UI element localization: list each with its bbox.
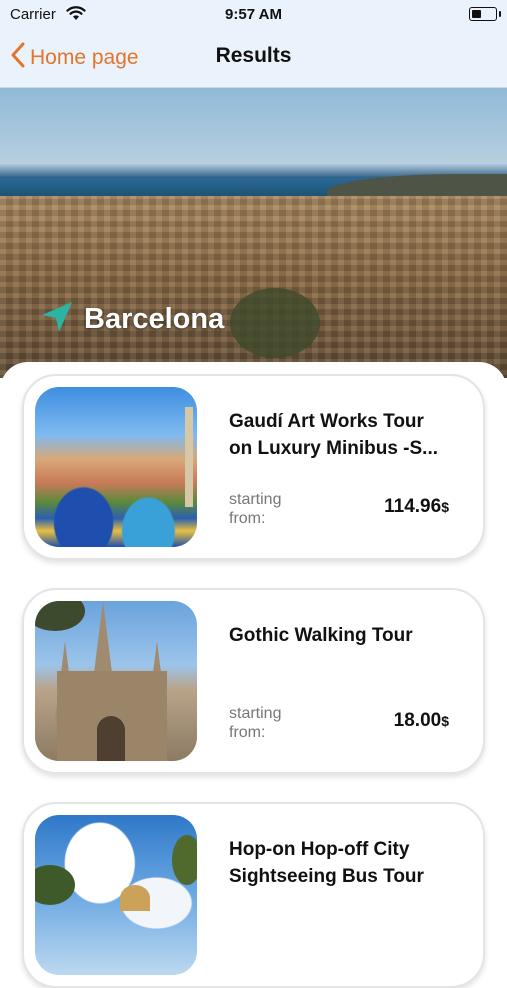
status-time: 9:57 AM [225,6,282,23]
tour-thumbnail [35,601,197,761]
tour-price: 18.00$ [393,710,449,731]
tour-thumbnail [35,815,197,975]
page-title: Results [215,44,292,67]
tour-card[interactable]: Gaudí Art Works Tour on Luxury Minibus -… [22,374,485,560]
tour-title: Gaudí Art Works Tour on Luxury Minibus -… [229,411,438,459]
tour-thumbnail [35,387,197,547]
city-location: Barcelona [40,300,224,339]
city-hero-image: Barcelona [0,88,507,378]
tour-price: 114.96$ [384,496,449,517]
tour-title: Gothic Walking Tour [229,625,413,646]
status-bar: Carrier 9:57 AM [0,0,507,30]
battery-icon [469,7,501,21]
tour-card[interactable]: Hop-on Hop-off City Sightseeing Bus Tour [22,802,485,988]
starting-from-label: starting from: [229,491,282,527]
navigation-bar: Home page Results [0,30,507,88]
results-list: Gaudí Art Works Tour on Luxury Minibus -… [0,362,507,988]
tour-card[interactable]: Gothic Walking Tour starting from: 18.00… [22,588,485,774]
location-arrow-icon [40,300,74,339]
hero-trees [230,288,320,358]
city-name: Barcelona [84,303,225,335]
tour-title: Hop-on Hop-off City Sightseeing Bus Tour [229,839,424,887]
starting-from-label: starting from: [229,705,282,741]
